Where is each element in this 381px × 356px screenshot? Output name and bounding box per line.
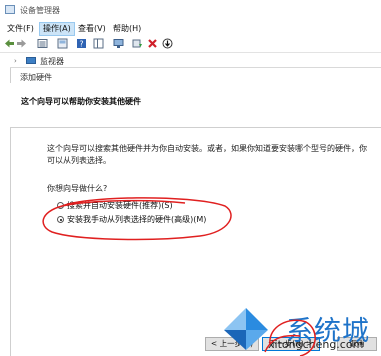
wizard-heading: 这个向导可以帮助你安装其他硬件 (21, 97, 141, 106)
update-driver-icon[interactable] (132, 38, 143, 49)
wizard-question: 你想向导做什么? (47, 184, 108, 193)
wizard-titlebar: 添加硬件 (10, 67, 381, 84)
red-annotation-marks (42, 197, 316, 356)
menu-action[interactable]: 操作(A) (39, 22, 75, 36)
menu-bar: 文件(F) 操作(A) 查看(V) 帮助(H) (0, 22, 381, 36)
window-title: 设备管理器 (20, 6, 60, 15)
uninstall-x-icon[interactable] (147, 38, 158, 49)
menu-help[interactable]: 帮助(H) (110, 22, 144, 36)
view-pane-icon[interactable] (93, 38, 104, 49)
wizard-description-line1: 这个向导可以搜索其他硬件并为你自动安装。或者，如果你知道要安装哪个型号的硬件，你 (47, 144, 367, 153)
monitor-scan-icon[interactable] (113, 38, 124, 49)
help-icon[interactable]: ? (76, 38, 87, 49)
radio-manual-select[interactable] (57, 216, 64, 223)
forward-arrow-icon[interactable] (16, 38, 27, 49)
device-list-icon[interactable] (37, 38, 48, 49)
radio-label[interactable]: 安装我手动从列表选择的硬件(高级)(M) (67, 214, 206, 225)
back-arrow-icon[interactable] (4, 38, 15, 49)
radio-label[interactable]: 搜索并自动安装硬件(推荐)(S) (67, 200, 173, 211)
watermark-logo-icon (224, 308, 268, 350)
properties-icon[interactable] (57, 38, 68, 49)
device-tree-row[interactable]: › 监视器 (0, 56, 381, 66)
monitor-icon (26, 57, 36, 64)
wizard-description-line2: 可以从列表选择。 (47, 156, 111, 165)
device-manager-icon (5, 5, 15, 14)
menu-file[interactable]: 文件(F) (4, 22, 37, 36)
window-titlebar: 设备管理器 (0, 0, 381, 20)
radio-auto-search[interactable] (57, 202, 64, 209)
svg-text:?: ? (79, 40, 83, 49)
watermark-url: xitongcheng.com (268, 338, 364, 351)
menu-view[interactable]: 查看(V) (75, 22, 109, 36)
wizard-title: 添加硬件 (20, 73, 52, 82)
tree-node-label: 监视器 (40, 57, 64, 66)
toolbar: ? (0, 36, 381, 53)
download-driver-icon[interactable] (162, 38, 173, 49)
tree-expand-icon[interactable]: › (14, 57, 17, 65)
